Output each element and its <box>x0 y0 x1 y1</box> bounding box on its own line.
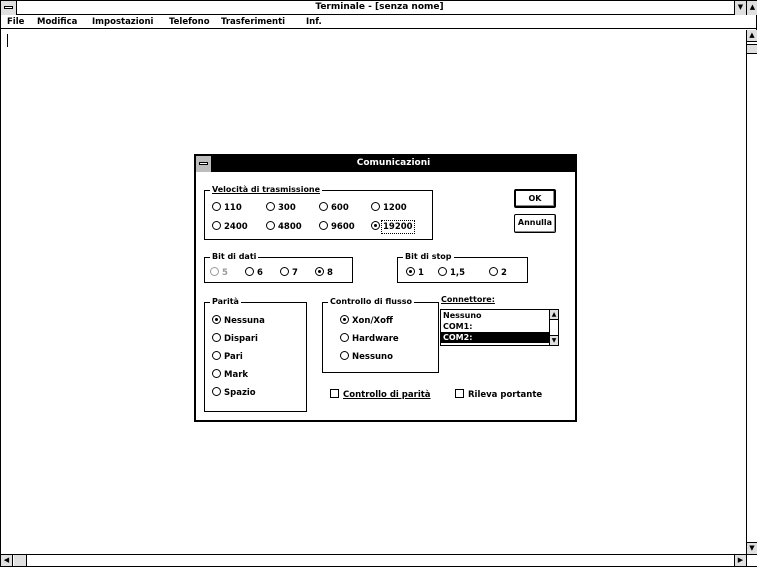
connector-listbox[interactable]: Nessuno COM1: COM2: ▲ ▼ <box>440 309 559 346</box>
vertical-scroll-thumb[interactable] <box>747 44 757 54</box>
parity-even-radio[interactable]: Pari <box>212 351 243 362</box>
scrollbar-corner <box>746 555 757 566</box>
menu-file[interactable]: File <box>7 17 24 27</box>
baud-rate-label: Velocità di trasmissione <box>210 185 323 195</box>
menu-telefono[interactable]: Telefono <box>169 17 210 27</box>
radio-icon <box>340 333 349 342</box>
menu-modifica[interactable]: Modifica <box>37 17 77 27</box>
data-bits-7-radio[interactable]: 7 <box>280 267 298 278</box>
radio-icon <box>280 267 289 276</box>
radio-icon <box>212 387 221 396</box>
radio-selected-icon <box>212 315 221 324</box>
radio-icon <box>266 202 275 211</box>
flow-none-radio[interactable]: Nessuno <box>340 351 393 362</box>
radio-icon <box>212 369 221 378</box>
stop-bits-2-radio[interactable]: 2 <box>489 267 507 278</box>
parity-space-radio[interactable]: Spazio <box>212 387 256 398</box>
connector-item-com2[interactable]: COM2: <box>441 332 549 343</box>
baud-110-radio[interactable]: 110 <box>212 202 242 213</box>
scroll-right-arrow-icon[interactable]: ▶ <box>734 555 746 566</box>
flow-control-label: Controllo di flusso <box>328 297 414 307</box>
data-bits-6-radio[interactable]: 6 <box>245 267 263 278</box>
connector-item-none[interactable]: Nessuno <box>441 310 549 321</box>
parity-mark-radio[interactable]: Mark <box>212 369 248 380</box>
terminal-window: Terminale - [senza nome] ▼ ▲ File Modifi… <box>0 0 757 567</box>
baud-600-radio[interactable]: 600 <box>319 202 349 213</box>
cancel-button[interactable]: Annulla <box>514 214 556 233</box>
flow-xon-xoff-radio[interactable]: Xon/Xoff <box>340 315 393 326</box>
data-bits-label: Bit di dati <box>210 252 259 262</box>
parity-group: Parità Nessuna Dispari Pari Mark Spazio <box>204 297 307 412</box>
scroll-up-arrow-icon[interactable]: ▲ <box>747 30 757 42</box>
radio-icon <box>245 267 254 276</box>
radio-icon <box>266 221 275 230</box>
stop-bits-group: Bit di stop 1 1,5 2 <box>397 252 528 283</box>
baud-1200-radio[interactable]: 1200 <box>371 202 407 213</box>
parity-odd-radio[interactable]: Dispari <box>212 333 258 344</box>
data-bits-8-radio[interactable]: 8 <box>315 267 333 278</box>
radio-icon <box>319 202 328 211</box>
baud-rate-group: Velocità di trasmissione 110 300 600 120… <box>204 185 433 240</box>
radio-icon <box>212 333 221 342</box>
horizontal-scrollbar[interactable]: ◀ ▶ <box>1 554 757 566</box>
radio-icon <box>340 351 349 360</box>
horizontal-scroll-thumb[interactable] <box>14 555 27 566</box>
radio-selected-icon <box>340 315 349 324</box>
dialog-title: Comunicazioni <box>356 158 431 168</box>
connector-scrollbar[interactable]: ▲ ▼ <box>549 310 558 345</box>
vertical-scrollbar[interactable]: ▲ ▼ <box>746 30 757 554</box>
checkbox-icon <box>455 389 464 398</box>
dialog-system-menu-button[interactable] <box>196 156 212 172</box>
flow-control-group: Controllo di flusso Xon/Xoff Hardware Ne… <box>322 297 439 373</box>
data-bits-5-radio[interactable]: 5 <box>210 267 228 278</box>
checkbox-icon <box>330 389 339 398</box>
radio-icon <box>212 221 221 230</box>
radio-icon <box>212 351 221 360</box>
window-title: Terminale - [senza nome] <box>315 2 444 12</box>
minimize-button[interactable]: ▼ <box>734 1 746 15</box>
carrier-detect-checkbox[interactable]: Rileva portante <box>455 389 542 400</box>
baud-2400-radio[interactable]: 2400 <box>212 221 248 232</box>
radio-icon <box>438 267 447 276</box>
radio-icon <box>319 221 328 230</box>
scroll-down-arrow-icon[interactable]: ▼ <box>747 542 757 554</box>
stop-bits-label: Bit di stop <box>403 252 454 262</box>
connector-item-com1[interactable]: COM1: <box>441 321 549 332</box>
menu-impostazioni[interactable]: Impostazioni <box>92 17 153 27</box>
menu-bar: File Modifica Impostazioni Telefono Tras… <box>1 16 757 29</box>
radio-icon <box>212 202 221 211</box>
title-bar[interactable]: Terminale - [senza nome] ▼ ▲ <box>1 1 757 15</box>
baud-9600-radio[interactable]: 9600 <box>319 221 355 232</box>
baud-19200-radio[interactable]: 19200 <box>371 220 415 234</box>
menu-trasferimenti[interactable]: Trasferimenti <box>221 17 285 27</box>
stop-bits-1-5-radio[interactable]: 1,5 <box>438 267 465 278</box>
connector-label: Connettore: <box>441 295 495 304</box>
radio-icon <box>371 202 380 211</box>
parity-check-checkbox[interactable]: Controllo di parità <box>330 389 431 400</box>
scroll-down-arrow-icon[interactable]: ▼ <box>550 335 558 345</box>
scroll-up-arrow-icon[interactable]: ▲ <box>550 310 558 320</box>
radio-icon <box>489 267 498 276</box>
radio-icon <box>210 267 219 276</box>
maximize-button[interactable]: ▲ <box>746 1 757 15</box>
parity-none-radio[interactable]: Nessuna <box>212 315 265 326</box>
ok-button[interactable]: OK <box>514 189 556 208</box>
flow-hardware-radio[interactable]: Hardware <box>340 333 399 344</box>
radio-selected-icon <box>371 221 380 230</box>
minimize-icon: ▼ <box>737 3 744 11</box>
maximize-icon: ▲ <box>749 3 756 11</box>
system-menu-icon <box>199 162 208 165</box>
radio-selected-icon <box>315 267 324 276</box>
data-bits-group: Bit di dati 5 6 7 8 <box>204 252 353 283</box>
menu-info[interactable]: Inf. <box>306 17 322 27</box>
scroll-left-arrow-icon[interactable]: ◀ <box>1 555 13 566</box>
parity-label: Parità <box>210 297 241 307</box>
stop-bits-1-radio[interactable]: 1 <box>406 267 424 278</box>
text-caret <box>7 34 8 47</box>
baud-4800-radio[interactable]: 4800 <box>266 221 302 232</box>
communications-dialog: Comunicazioni Velocità di trasmissione 1… <box>194 154 577 422</box>
baud-300-radio[interactable]: 300 <box>266 202 296 213</box>
radio-selected-icon <box>406 267 415 276</box>
dialog-title-bar[interactable]: Comunicazioni <box>196 156 575 172</box>
